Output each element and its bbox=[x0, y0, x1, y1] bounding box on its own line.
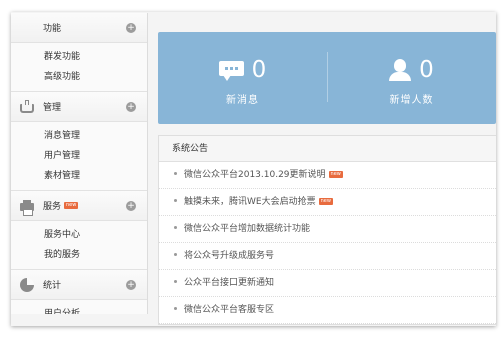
sidebar: 功能 + 群发功能 高级功能 管理 + 消息管理 用户管理 素材管理 服务 ne… bbox=[11, 13, 148, 314]
message-icon bbox=[218, 60, 244, 81]
bullet-icon bbox=[174, 253, 177, 256]
notice-item-text: 微信公众平台客服专区 bbox=[184, 305, 275, 315]
new-badge: new bbox=[328, 171, 343, 178]
sidebar-section-manage[interactable]: 管理 + bbox=[11, 92, 147, 122]
notice-item-text: 将公众号升级成服务号 bbox=[184, 251, 275, 261]
new-badge: new bbox=[318, 198, 333, 205]
notice-item[interactable]: 微信公众平台2013.10.29更新说明 new bbox=[159, 162, 496, 189]
notice-item-text: 公众平台接口更新通知 bbox=[184, 278, 275, 288]
notice-item-text: 微信公众平台增加数据统计功能 bbox=[184, 224, 311, 234]
sidebar-section-title: 功能 bbox=[43, 24, 62, 34]
notice-item[interactable]: 微信公众平台客服专区 bbox=[159, 297, 496, 324]
bullet-icon bbox=[174, 226, 177, 229]
grid-icon bbox=[20, 21, 34, 35]
stat-new-messages[interactable]: 0 新消息 bbox=[158, 32, 327, 124]
bullet-icon bbox=[174, 307, 177, 310]
notice-item-text: 触摸未来，腾讯WE大会启动抢票 bbox=[184, 197, 316, 207]
sidebar-item-user-analysis[interactable]: 用户分析 bbox=[11, 304, 147, 314]
expand-icon[interactable]: + bbox=[126, 201, 136, 211]
notice-item[interactable]: 微信公众平台增加数据统计功能 bbox=[159, 216, 496, 243]
printer-icon bbox=[20, 200, 34, 216]
bullet-icon bbox=[174, 199, 177, 202]
sidebar-item-service-center[interactable]: 服务中心 bbox=[11, 225, 147, 245]
new-messages-count: 0 bbox=[251, 57, 267, 83]
sidebar-section-functions[interactable]: 功能 + bbox=[11, 13, 147, 43]
notice-item[interactable]: 触摸未来，腾讯WE大会启动抢票 new bbox=[159, 189, 496, 216]
stat-new-followers[interactable]: 0 新增人数 bbox=[327, 32, 496, 124]
sidebar-item-my-services[interactable]: 我的服务 bbox=[11, 245, 147, 265]
expand-icon[interactable]: + bbox=[126, 102, 136, 112]
sidebar-section-items: 用户分析 bbox=[11, 300, 147, 314]
expand-icon[interactable]: + bbox=[126, 280, 136, 290]
notice-item[interactable]: 将公众号升级成服务号 bbox=[159, 243, 496, 270]
expand-icon[interactable]: + bbox=[126, 23, 136, 33]
sidebar-section-items: 群发功能 高级功能 bbox=[11, 43, 147, 92]
sidebar-item-materials[interactable]: 素材管理 bbox=[11, 166, 147, 186]
sidebar-item-messages[interactable]: 消息管理 bbox=[11, 126, 147, 146]
sidebar-item-advanced[interactable]: 高级功能 bbox=[11, 67, 147, 87]
sidebar-section-items: 服务中心 我的服务 bbox=[11, 221, 147, 270]
sidebar-item-mass-send[interactable]: 群发功能 bbox=[11, 47, 147, 67]
bullet-icon bbox=[174, 172, 177, 175]
sidebar-section-statistics[interactable]: 统计 + bbox=[11, 270, 147, 300]
sidebar-section-title: 管理 bbox=[43, 103, 62, 113]
inbox-icon bbox=[20, 100, 34, 113]
sidebar-section-title: 统计 bbox=[43, 281, 62, 291]
notice-item[interactable]: 公众平台接口更新通知 bbox=[159, 270, 496, 297]
notice-list: 微信公众平台2013.10.29更新说明 new 触摸未来，腾讯WE大会启动抢票 n… bbox=[159, 162, 496, 324]
notice-title: 系统公告 bbox=[159, 136, 496, 162]
stats-panel: 0 新消息 0 新增人数 bbox=[158, 32, 496, 124]
new-followers-label: 新增人数 bbox=[389, 95, 434, 106]
user-icon bbox=[389, 59, 412, 81]
notice-item-text: 微信公众平台2013.10.29更新说明 bbox=[184, 170, 326, 180]
sidebar-item-users[interactable]: 用户管理 bbox=[11, 146, 147, 166]
pie-chart-icon bbox=[20, 277, 34, 292]
sidebar-section-title: 服务 bbox=[43, 202, 62, 212]
system-notice-panel: 系统公告 微信公众平台2013.10.29更新说明 new 触摸未来，腾讯WE大会… bbox=[158, 135, 496, 325]
new-messages-label: 新消息 bbox=[226, 95, 259, 106]
bullet-icon bbox=[174, 280, 177, 283]
new-badge: new bbox=[64, 202, 79, 209]
new-followers-count: 0 bbox=[419, 57, 434, 83]
sidebar-section-items: 消息管理 用户管理 素材管理 bbox=[11, 122, 147, 191]
sidebar-section-services[interactable]: 服务 new + bbox=[11, 191, 147, 221]
